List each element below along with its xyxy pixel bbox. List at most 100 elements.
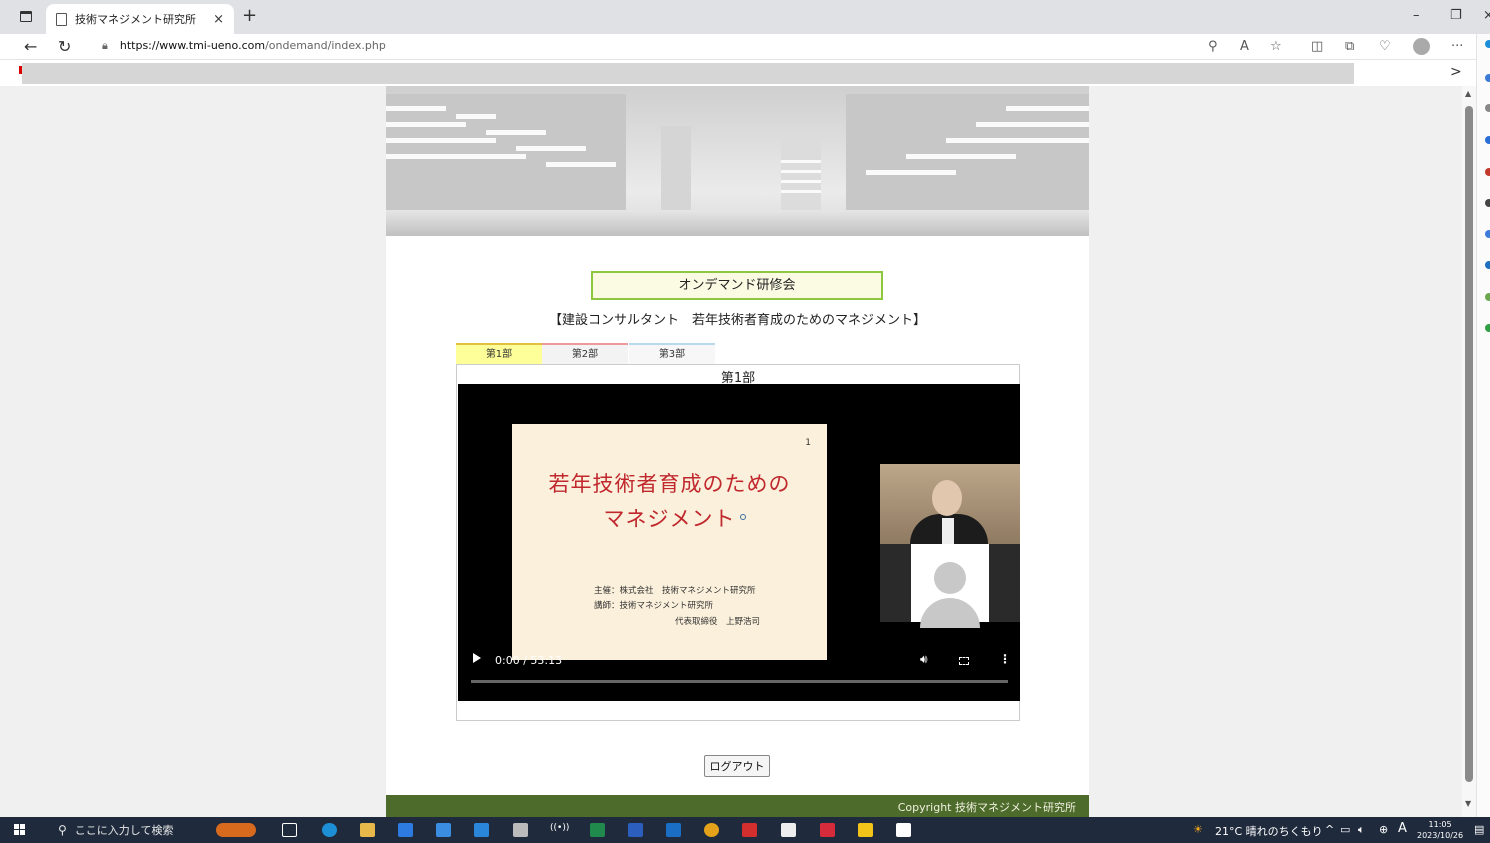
volume-icon[interactable]: 🔊︎ — [920, 652, 928, 667]
favorite-star-icon[interactable]: ☆ — [1270, 39, 1282, 54]
edge-icon[interactable] — [322, 823, 337, 837]
page-content: オンデマンド研修会 【建設コンサルタント 若年技術者育成のためのマネジメント】 … — [386, 86, 1089, 817]
logout-button[interactable]: ログアウト — [704, 755, 770, 777]
sidebar-item-icon[interactable] — [1485, 261, 1490, 269]
sidebar-item-icon[interactable] — [1485, 324, 1490, 332]
notes-icon[interactable] — [858, 823, 873, 837]
page-icon — [56, 12, 67, 26]
fullscreen-icon[interactable] — [959, 657, 969, 665]
url-path: /ondemand/index.php — [265, 39, 386, 52]
mail-icon[interactable] — [474, 823, 489, 837]
ime-indicator[interactable]: A — [1398, 821, 1407, 836]
header-banner-image — [386, 86, 1089, 238]
dw-app-icon[interactable] — [781, 823, 796, 837]
word-icon[interactable] — [628, 823, 643, 837]
slide-title-line1: 若年技術者育成のための — [548, 472, 791, 496]
vertical-scrollbar[interactable]: ▲ ▼ — [1462, 86, 1476, 817]
start-icon[interactable] — [14, 824, 26, 836]
clock-date: 2023/10/26 — [1417, 831, 1464, 840]
app-icon[interactable] — [896, 823, 911, 837]
explorer-icon[interactable] — [360, 823, 375, 837]
slide-bullet-icon — [740, 514, 746, 520]
tray-chevron-icon[interactable]: ^ — [1325, 823, 1334, 836]
url-host: https://www.tmi-ueno.com — [119, 39, 266, 52]
tab-title: 技術マネジメント研究所 — [75, 13, 196, 26]
favorites-strip — [22, 63, 1354, 84]
sidebar-item-icon[interactable] — [1485, 74, 1490, 82]
tab-part-3[interactable]: 第3部 — [629, 343, 715, 365]
clock-time: 11:05 — [1428, 820, 1452, 829]
copilot-icon[interactable] — [1485, 40, 1490, 48]
url-field[interactable]: 🔒︎ https://www.tmi-ueno.com/ondemand/inde… — [102, 39, 386, 53]
windows-taskbar: ⚲ ここに入力して検索 ((•)) ☀ 21°C 晴れのちくもり ^ ▭ 🔈︎ … — [0, 817, 1490, 843]
network-icon[interactable]: ▭ — [1340, 823, 1350, 836]
sidebar-search-icon[interactable] — [1485, 104, 1490, 112]
ime-mode-icon[interactable]: ⊕ — [1379, 823, 1388, 836]
taskbar-search-placeholder: ここに入力して検索 — [74, 824, 174, 837]
chrome-icon[interactable] — [704, 823, 719, 837]
store-icon[interactable] — [436, 823, 451, 837]
address-bar: ← ↻ 🔒︎ https://www.tmi-ueno.com/ondemand/… — [0, 34, 1490, 60]
sidebar-item-icon[interactable] — [1485, 199, 1490, 207]
task-view-icon[interactable] — [282, 823, 297, 837]
lock-icon: 🔒︎ — [102, 39, 108, 52]
presenter-video — [880, 464, 1020, 544]
acrobat-icon[interactable] — [742, 823, 757, 837]
read-aloud-icon[interactable]: A — [1240, 39, 1249, 54]
sidebar-item-icon[interactable] — [1485, 136, 1490, 144]
part-tabs: 第1部 第2部 第3部 — [456, 343, 1056, 365]
app-icon[interactable] — [820, 823, 835, 837]
search-icon: ⚲ — [58, 823, 67, 837]
browser-tab[interactable]: 技術マネジメント研究所 × — [46, 4, 234, 34]
profile-avatar-icon[interactable] — [1413, 38, 1430, 55]
slide-host: 主催：株式会社 技術マネジメント研究所 — [594, 586, 756, 596]
footer-copyright: Copyright 技術マネジメント研究所 — [386, 795, 1089, 817]
taskbar-search-box[interactable]: ⚲ ここに入力して検索 — [44, 819, 202, 841]
back-icon[interactable]: ← — [24, 37, 37, 56]
course-title: 【建設コンサルタント 若年技術者育成のためのマネジメント】 — [548, 313, 926, 328]
sidebar-item-icon[interactable] — [1485, 293, 1490, 301]
collections-icon[interactable]: ⧉ — [1345, 39, 1354, 54]
weather-icon[interactable]: ☀ — [1193, 823, 1203, 836]
halloween-widget-icon[interactable] — [216, 823, 256, 837]
scroll-down-icon[interactable]: ▼ — [1465, 799, 1471, 808]
tab-close-icon[interactable]: × — [213, 12, 224, 27]
page-viewport: オンデマンド研修会 【建設コンサルタント 若年技術者育成のためのマネジメント】 … — [0, 86, 1462, 817]
close-window-icon[interactable]: × — [1483, 8, 1490, 23]
tab-actions-icon[interactable] — [20, 11, 32, 22]
clock[interactable]: 11:05 2023/10/26 — [1417, 819, 1463, 841]
scroll-up-icon[interactable]: ▲ — [1465, 89, 1471, 98]
key-icon[interactable]: ⚲ — [1208, 39, 1218, 54]
app-icon[interactable] — [398, 823, 413, 837]
video-progress-bar[interactable] — [471, 680, 1008, 683]
sidebar-item-icon[interactable] — [1485, 168, 1490, 176]
split-screen-icon[interactable]: ◫ — [1311, 39, 1323, 54]
play-icon[interactable] — [473, 653, 481, 663]
refresh-icon[interactable]: ↻ — [58, 37, 71, 56]
radio-icon[interactable]: ((•)) — [550, 823, 569, 837]
edge-sidebar — [1476, 34, 1490, 817]
extensions-icon[interactable]: ♡ — [1379, 39, 1391, 54]
webcam-overlay — [880, 464, 1020, 628]
app-icon[interactable] — [513, 823, 528, 837]
favorites-more-icon[interactable]: > — [1450, 64, 1462, 80]
sidebar-item-icon[interactable] — [1485, 230, 1490, 238]
scrollbar-thumb[interactable] — [1465, 106, 1473, 782]
notification-icon[interactable]: ▤ — [1474, 823, 1484, 836]
minimize-icon[interactable]: – — [1413, 8, 1420, 23]
outlook-icon[interactable] — [666, 823, 681, 837]
video-more-options-icon[interactable]: ⋮ — [999, 652, 1011, 666]
excel-icon[interactable] — [590, 823, 605, 837]
participant-avatar-icon — [911, 544, 989, 628]
restore-icon[interactable]: ❐ — [1450, 8, 1462, 23]
tab-part-2[interactable]: 第2部 — [542, 343, 628, 365]
weather-text[interactable]: 21°C 晴れのちくもり — [1215, 823, 1323, 839]
more-menu-icon[interactable]: ··· — [1451, 39, 1463, 54]
tab-part-1[interactable]: 第1部 — [456, 343, 542, 365]
video-player[interactable]: 1 若年技術者育成のための マネジメント 主催：株式会社 技術マネジメント研究所… — [458, 384, 1020, 701]
new-tab-icon[interactable]: + — [242, 5, 257, 26]
favorites-bar: > — [0, 60, 1490, 86]
ondemand-label-box: オンデマンド研修会 — [591, 271, 883, 300]
speaker-icon[interactable]: 🔈︎ — [1358, 823, 1365, 837]
video-panel: 第1部 1 若年技術者育成のための マネジメント 主催：株式会社 技術マネジメン… — [456, 364, 1020, 721]
